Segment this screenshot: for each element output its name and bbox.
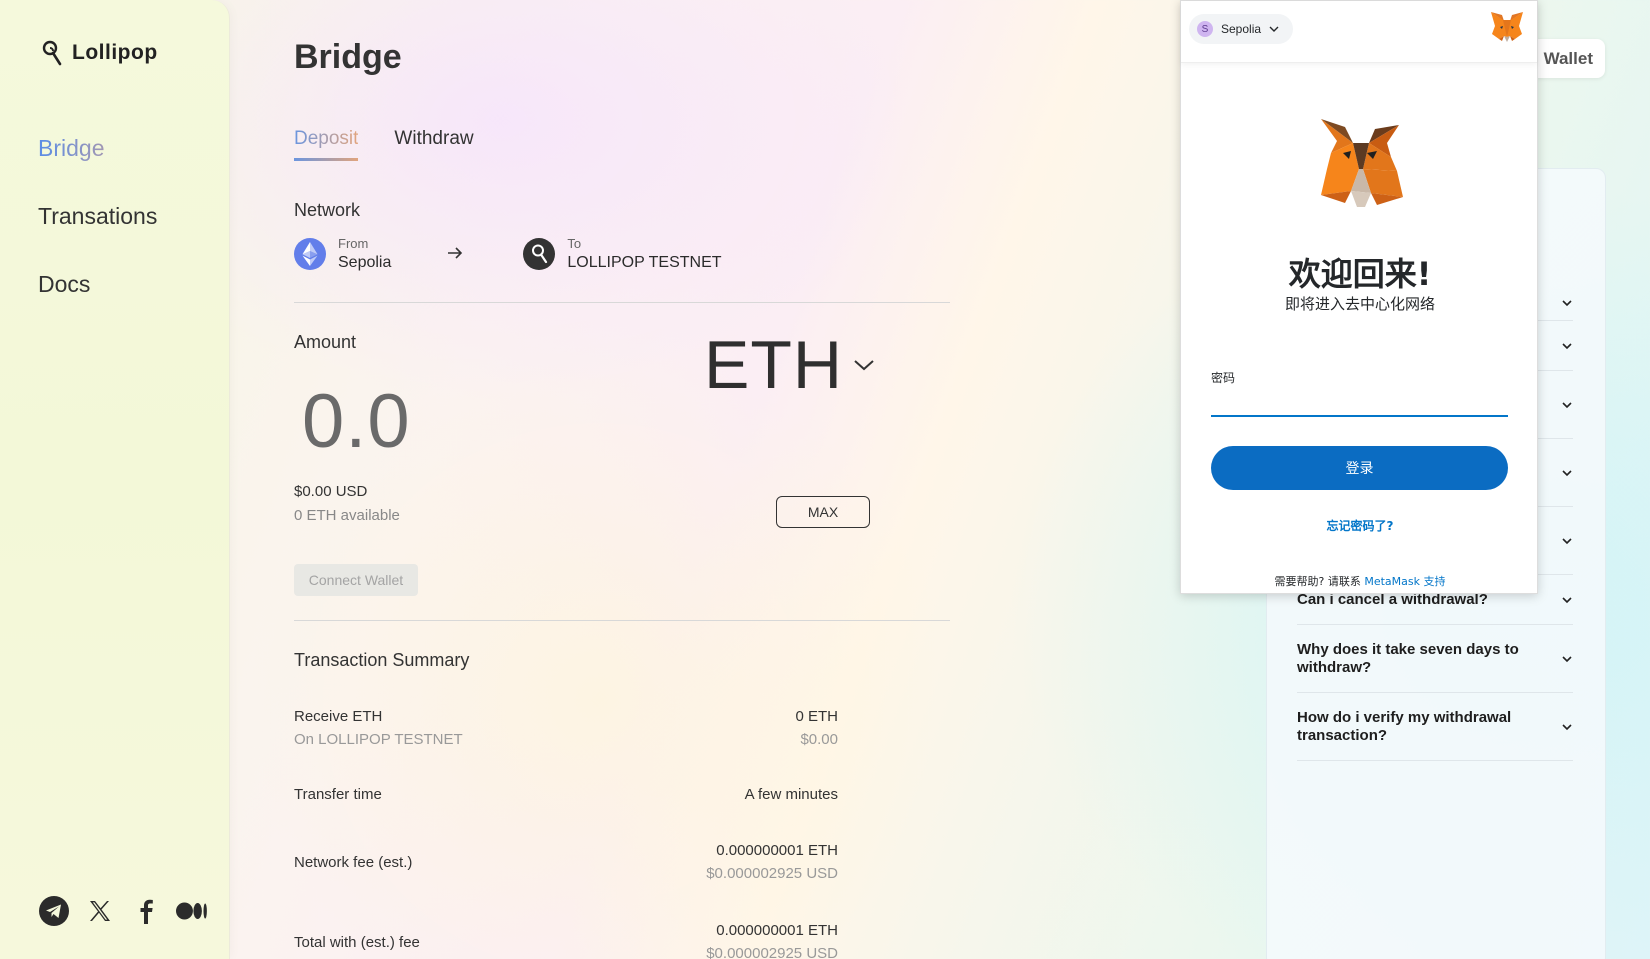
divider [294, 620, 950, 621]
password-field[interactable] [1211, 387, 1508, 417]
chevron-down-icon [1269, 26, 1279, 32]
chevron-down-icon [1562, 655, 1572, 662]
summary-row-receive: Receive ETH On LOLLIPOP TESTNET 0 ETH $0… [294, 708, 838, 748]
total-usd: $0.000002925 USD [706, 945, 838, 959]
to-network[interactable]: To LOLLIPOP TESTNET [523, 236, 722, 272]
token-symbol: ETH [704, 327, 843, 403]
chevron-down-icon [854, 360, 874, 371]
chevron-down-icon [1562, 596, 1572, 603]
connect-wallet-button[interactable]: Connect Wallet [294, 564, 418, 596]
total-value: 0.000000001 ETH [716, 922, 838, 939]
chevron-down-icon [1562, 299, 1572, 306]
sidebar-item-bridge[interactable]: Bridge [38, 128, 157, 196]
login-button[interactable]: 登录 [1211, 446, 1508, 490]
metamask-header: S Sepolia [1181, 1, 1537, 63]
connect-wallet-header-button[interactable]: Wallet [1530, 39, 1605, 78]
amount-label: Amount [294, 332, 357, 352]
network-label: Network [294, 200, 361, 220]
sidebar: Lollipop Bridge Transations Docs [0, 0, 230, 959]
receive-usd: $0.00 [800, 731, 838, 748]
chevron-down-icon [1562, 342, 1572, 349]
to-label: To [567, 236, 582, 251]
receive-value: 0 ETH [795, 708, 838, 725]
metamask-popup: S Sepolia 欢迎回来! 即将进入去中心化网络 密码 登录 忘记密码了? … [1180, 0, 1538, 594]
from-network[interactable]: From Sepolia [294, 236, 391, 272]
total-label: Total with (est.) fee [294, 934, 420, 951]
social-links [38, 895, 208, 927]
network-fee-label: Network fee (est.) [294, 854, 413, 871]
to-network-name: LOLLIPOP TESTNET [567, 254, 722, 271]
forgot-password-link[interactable]: 忘记密码了? [1181, 517, 1539, 534]
amount-input[interactable]: 0.0 [302, 378, 411, 465]
chevron-down-icon [1562, 401, 1572, 408]
app-name: Lollipop [72, 41, 158, 64]
transfer-time-label: Transfer time [294, 786, 382, 803]
amount-usd: $0.00 USD [294, 483, 368, 500]
metamask-support-link[interactable]: MetaMask 支持 [1364, 575, 1445, 588]
tab-deposit[interactable]: Deposit [294, 128, 359, 161]
sidebar-item-docs[interactable]: Docs [38, 264, 157, 332]
faq-item[interactable]: Why does it take seven days to withdraw? [1297, 625, 1573, 693]
summary-title: Transaction Summary [294, 650, 470, 670]
welcome-title: 欢迎回来! [1288, 255, 1432, 293]
metamask-fox-logo [1321, 119, 1403, 207]
chevron-down-icon [1562, 537, 1572, 544]
available-balance: 0 ETH available [294, 507, 400, 524]
network-fee-usd: $0.000002925 USD [706, 865, 838, 882]
medium-icon[interactable] [176, 895, 208, 927]
sidebar-nav: Bridge Transations Docs [38, 128, 157, 332]
sidebar-item-transactions[interactable]: Transations [38, 196, 157, 264]
receive-sublabel: On LOLLIPOP TESTNET [294, 731, 463, 748]
faq-question: Why does it take seven days to withdraw? [1297, 640, 1519, 676]
metamask-fox-icon[interactable] [1489, 10, 1525, 44]
tab-withdraw[interactable]: Withdraw [394, 128, 473, 161]
chevron-down-icon [1562, 469, 1572, 476]
network-selector[interactable]: S Sepolia [1189, 14, 1294, 44]
facebook-icon[interactable] [130, 895, 162, 927]
max-button[interactable]: MAX [776, 496, 870, 528]
divider [294, 302, 950, 303]
ethereum-icon [294, 238, 326, 270]
summary-row-network-fee: Network fee (est.) 0.000000001 ETH $0.00… [294, 842, 838, 882]
faq-item[interactable]: How do i verify my withdrawal transactio… [1297, 693, 1573, 761]
lollipop-logo-icon [42, 40, 62, 66]
transfer-time-value: A few minutes [744, 786, 838, 803]
bridge-tabs: Deposit Withdraw [294, 128, 474, 161]
receive-label: Receive ETH [294, 708, 383, 725]
arrow-right-icon [447, 244, 463, 265]
network-fee-value: 0.000000001 ETH [716, 842, 838, 859]
help-prefix: 需要帮助? 请联系 [1274, 575, 1365, 588]
faq-question: How do i verify my withdrawal transactio… [1297, 708, 1512, 744]
chevron-down-icon [1562, 723, 1572, 730]
summary-row-transfer-time: Transfer time A few minutes [294, 786, 838, 803]
network-badge: S [1197, 21, 1213, 37]
help-text: 需要帮助? 请联系 MetaMask 支持 [1181, 573, 1539, 589]
token-selector[interactable]: ETH [704, 326, 875, 404]
welcome-subtitle: 即将进入去中心化网络 [1284, 295, 1435, 313]
password-label: 密码 [1211, 371, 1236, 385]
page-title: Bridge [294, 38, 402, 76]
telegram-icon[interactable] [38, 895, 70, 927]
network-name: Sepolia [1221, 22, 1262, 36]
x-icon[interactable] [84, 895, 116, 927]
network-row: From Sepolia To LOLLIPOP TESTNET [294, 236, 722, 272]
app-logo[interactable]: Lollipop [40, 40, 158, 66]
lollipop-network-icon [523, 238, 556, 270]
from-label: From [338, 236, 369, 251]
from-network-name: Sepolia [338, 254, 392, 271]
summary-row-total: Total with (est.) fee 0.000000001 ETH $0… [294, 922, 838, 959]
